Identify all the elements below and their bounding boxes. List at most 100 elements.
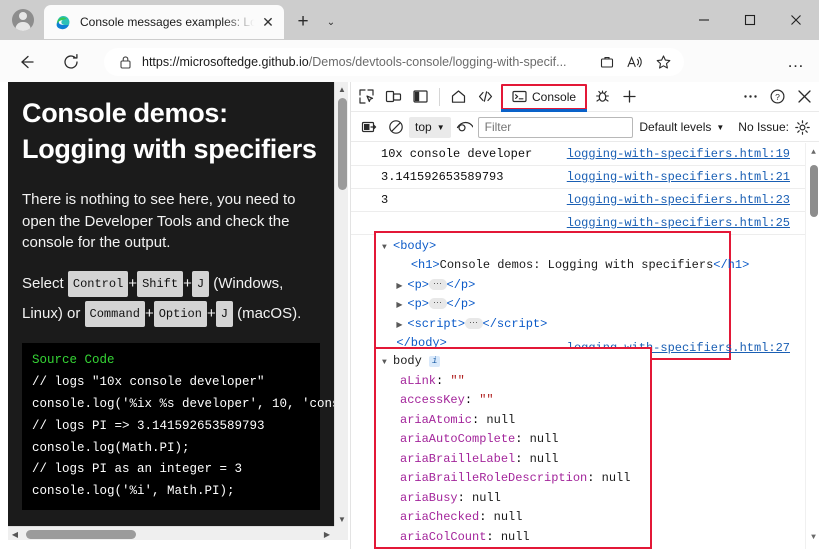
devtools-panel: Console ? top ▼ Filter Default levels ▼ …	[350, 82, 819, 549]
log-levels-label: Default levels	[639, 120, 712, 134]
console-log-row[interactable]: 3.141592653589793 logging-with-specifier…	[351, 166, 819, 189]
property-row[interactable]: ariaAutoComplete: null	[382, 430, 650, 450]
dom-line-p2[interactable]: ▶ <p> ⋯ </p>	[382, 295, 729, 314]
close-tab-icon[interactable]: ✕	[258, 12, 278, 32]
console-log-row[interactable]: 3 logging-with-specifiers.html:23	[351, 189, 819, 212]
no-entry-icon[interactable]	[382, 114, 409, 140]
console-vertical-scrollbar[interactable]: ▲ ▼	[805, 143, 819, 549]
property-key: ariaBrailleRoleDescription	[400, 471, 588, 486]
add-panel-button[interactable]	[616, 84, 643, 110]
code-line-5: // logs PI as an integer = 3	[32, 462, 243, 477]
browser-tab[interactable]: Console messages examples: Log ✕	[44, 5, 284, 39]
context-selector[interactable]: top ▼	[409, 116, 451, 138]
navigation-bar: https://microsoftedge.github.io/Demos/de…	[0, 40, 819, 82]
filter-input[interactable]	[477, 116, 633, 138]
property-row[interactable]: ariaColCount: null	[382, 528, 650, 547]
log-source-link[interactable]: logging-with-specifiers.html:19	[567, 147, 790, 161]
log-levels-selector[interactable]: Default levels ▼	[639, 120, 724, 134]
page-hscroll-thumb[interactable]	[26, 530, 136, 539]
property-row[interactable]: ariaChecked: null	[382, 508, 650, 528]
profile-button[interactable]	[8, 6, 38, 34]
devtools-toolbar: Console ?	[351, 82, 819, 112]
property-row[interactable]: accessKey: ""	[382, 391, 650, 411]
issues-counter[interactable]: No Issue:	[738, 120, 789, 134]
page-vertical-scrollbar[interactable]: ▲ ▼	[334, 82, 348, 526]
address-bar[interactable]: https://microsoftedge.github.io/Demos/de…	[104, 48, 684, 76]
close-devtools-icon[interactable]	[791, 84, 818, 110]
collapse-triangle-icon[interactable]: ▶	[396, 281, 407, 294]
new-tab-button[interactable]: +	[290, 10, 316, 34]
minimize-button[interactable]	[681, 0, 727, 40]
h1-open-tag: <h1>	[410, 258, 440, 273]
gear-icon[interactable]	[789, 114, 816, 140]
dom-line-body-open[interactable]: ▼ <body>	[382, 237, 729, 256]
reload-icon[interactable]	[58, 49, 84, 75]
ellipsis-chip[interactable]: ⋯	[429, 298, 447, 310]
property-row[interactable]: aLink: ""	[382, 372, 650, 392]
page-vscroll-thumb[interactable]	[338, 98, 347, 190]
ellipsis-chip[interactable]: ⋯	[429, 278, 447, 290]
console-scroll-down-arrow-icon[interactable]: ▼	[806, 530, 819, 545]
log-source-link[interactable]: logging-with-specifiers.html:23	[567, 193, 790, 207]
dock-side-icon[interactable]	[407, 84, 434, 110]
dom-line-h1[interactable]: <h1>Console demos: Logging with specifie…	[382, 256, 749, 275]
console-log-row[interactable]: 10x console developer logging-with-speci…	[351, 143, 819, 166]
browser-more-icon[interactable]: …	[783, 50, 809, 74]
tab-console-label: Console	[532, 89, 577, 104]
help-icon[interactable]: ?	[764, 84, 791, 110]
url-text[interactable]: https://microsoftedge.github.io/Demos/de…	[142, 55, 594, 69]
plus-2: +	[183, 275, 192, 293]
device-emulation-icon[interactable]	[380, 84, 407, 110]
page-horizontal-scrollbar[interactable]: ◀ ▶	[8, 526, 348, 540]
kbd-j-mac: J	[215, 301, 233, 328]
bug-icon[interactable]	[589, 84, 616, 110]
clear-console-icon[interactable]	[355, 114, 382, 140]
log-source-link[interactable]: logging-with-specifiers.html:21	[567, 170, 790, 184]
collapse-triangle-icon[interactable]: ▶	[396, 320, 407, 333]
collapse-triangle-icon[interactable]: ▶	[396, 300, 407, 313]
elements-icon[interactable]	[472, 84, 499, 110]
ellipsis-chip[interactable]: ⋯	[465, 317, 483, 329]
expand-triangle-icon[interactable]: ▼	[382, 356, 393, 369]
home-icon[interactable]	[445, 84, 472, 110]
property-key: ariaChecked	[400, 510, 480, 525]
omnibox-actions	[594, 50, 676, 74]
tab-list-chevron-down-icon[interactable]: ⌄	[320, 11, 342, 33]
property-row[interactable]: ariaBrailleLabel: null	[382, 450, 650, 470]
browser-window: Console messages examples: Log ✕ + ⌄ htt…	[0, 0, 819, 549]
h1-close-tag: </h1>	[713, 258, 750, 273]
avatar	[12, 9, 34, 31]
devtools-more-icon[interactable]	[737, 84, 764, 110]
property-row[interactable]: ariaAtomic: null	[382, 411, 650, 431]
dom-line-script[interactable]: ▶ <script> ⋯ </script>	[382, 315, 729, 334]
close-window-button[interactable]	[773, 0, 819, 40]
console-scroll-up-arrow-icon[interactable]: ▲	[806, 145, 819, 160]
object-header[interactable]: ▼ body i	[382, 352, 650, 372]
scroll-right-arrow-icon[interactable]: ▶	[320, 527, 334, 540]
property-row[interactable]: ariaBusy: null	[382, 489, 650, 509]
scroll-up-arrow-icon[interactable]: ▲	[335, 82, 348, 96]
read-aloud-icon[interactable]	[622, 50, 648, 74]
scroll-left-arrow-icon[interactable]: ◀	[8, 527, 22, 540]
console-output[interactable]: 10x console developer logging-with-speci…	[351, 143, 819, 549]
inspect-element-icon[interactable]	[353, 84, 380, 110]
tab-title: Console messages examples: Log	[80, 15, 258, 29]
back-arrow-icon[interactable]	[13, 49, 39, 75]
info-icon[interactable]: i	[429, 356, 441, 367]
log-source-link[interactable]: logging-with-specifiers.html:25	[567, 216, 790, 230]
page-viewport: Console demos: Logging with specifiers T…	[8, 82, 348, 540]
dom-line-p1[interactable]: ▶ <p> ⋯ </p>	[382, 276, 729, 295]
expand-triangle-icon[interactable]: ▼	[382, 242, 393, 255]
live-expression-icon[interactable]	[451, 114, 478, 140]
scroll-down-arrow-icon[interactable]: ▼	[335, 512, 348, 526]
macos-label: (macOS).	[237, 305, 302, 323]
console-vscroll-thumb[interactable]	[810, 165, 818, 217]
collections-icon[interactable]	[594, 50, 620, 74]
favorite-star-icon[interactable]	[650, 50, 676, 74]
code-line-4: console.log(Math.PI);	[32, 440, 190, 455]
tab-console[interactable]: Console	[501, 83, 588, 112]
property-row[interactable]: ariaBrailleRoleDescription: null	[382, 469, 650, 489]
source-code-block: Source Code // logs "10x console develop…	[22, 343, 348, 511]
maximize-button[interactable]	[727, 0, 773, 40]
object-properties-highlight[interactable]: ▼ body i aLink: "" accessKey: "" ariaAtom…	[374, 347, 652, 549]
